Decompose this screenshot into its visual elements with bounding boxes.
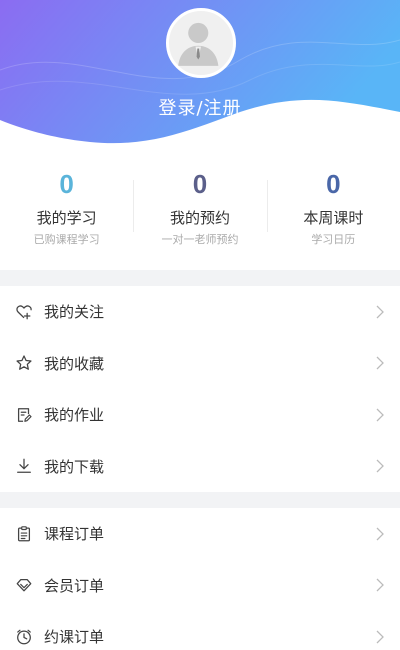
menu-item-downloads[interactable]: 我的下载 xyxy=(0,441,400,493)
menu-item-label: 我的收藏 xyxy=(44,354,105,373)
diamond-icon xyxy=(14,575,34,595)
menu-item-label: 会员订单 xyxy=(44,576,105,595)
menu-item-label: 我的下载 xyxy=(44,457,105,476)
stat-sub: 学习日历 xyxy=(311,233,356,246)
clock-icon xyxy=(14,627,34,647)
stat-value: 0 xyxy=(192,169,208,199)
menu-item-appointment-orders[interactable]: 约课订单 xyxy=(0,611,400,650)
stat-my-learning[interactable]: 0 我的学习 已购课程学习 xyxy=(0,162,133,258)
heart-plus-icon xyxy=(14,302,34,322)
login-register-link[interactable]: 登录/注册 xyxy=(0,94,400,120)
menu-group-personal: 我的关注 我的收藏 我的作业 我的下载 xyxy=(0,286,400,492)
menu-item-label: 约课订单 xyxy=(44,628,105,647)
chevron-right-icon xyxy=(374,527,386,541)
chevron-right-icon xyxy=(374,459,386,473)
stat-label: 我的学习 xyxy=(36,209,97,227)
menu-item-course-orders[interactable]: 课程订单 xyxy=(0,508,400,560)
stat-sub: 已购课程学习 xyxy=(33,233,100,246)
stat-sub: 一对一老师预约 xyxy=(161,233,239,246)
star-icon xyxy=(14,353,34,373)
chevron-right-icon xyxy=(374,305,386,319)
stat-value: 0 xyxy=(59,169,74,199)
stat-value: 0 xyxy=(326,169,341,199)
menu-group-orders: 课程订单 会员订单 约课订单 xyxy=(0,508,400,650)
avatar[interactable] xyxy=(166,8,236,78)
download-icon xyxy=(14,456,34,476)
menu-item-favorites[interactable]: 我的收藏 xyxy=(0,338,400,390)
chevron-right-icon xyxy=(374,630,386,644)
default-user-icon xyxy=(178,22,219,66)
menu-item-label: 我的作业 xyxy=(44,406,105,425)
stat-weekly-hours[interactable]: 0 本周课时 学习日历 xyxy=(266,162,400,258)
menu-item-label: 我的关注 xyxy=(44,303,105,322)
profile-header: 登录/注册 xyxy=(0,0,400,150)
chevron-right-icon xyxy=(374,578,386,592)
section-divider xyxy=(0,270,400,286)
chevron-right-icon xyxy=(374,356,386,370)
stat-label: 本周课时 xyxy=(303,209,364,227)
menu-item-label: 课程订单 xyxy=(44,525,105,544)
section-divider xyxy=(0,492,400,508)
homework-icon xyxy=(14,405,34,425)
clipboard-icon xyxy=(14,524,34,544)
menu-item-homework[interactable]: 我的作业 xyxy=(0,389,400,441)
stat-label: 我的预约 xyxy=(169,209,230,227)
stats-panel: 0 我的学习 已购课程学习 0 我的预约 一对一老师预约 0 本周课时 学习日历 xyxy=(0,162,400,258)
chevron-right-icon xyxy=(374,408,386,422)
menu-item-membership-orders[interactable]: 会员订单 xyxy=(0,560,400,612)
menu-item-follows[interactable]: 我的关注 xyxy=(0,286,400,338)
stat-my-appointments[interactable]: 0 我的预约 一对一老师预约 xyxy=(133,162,266,258)
